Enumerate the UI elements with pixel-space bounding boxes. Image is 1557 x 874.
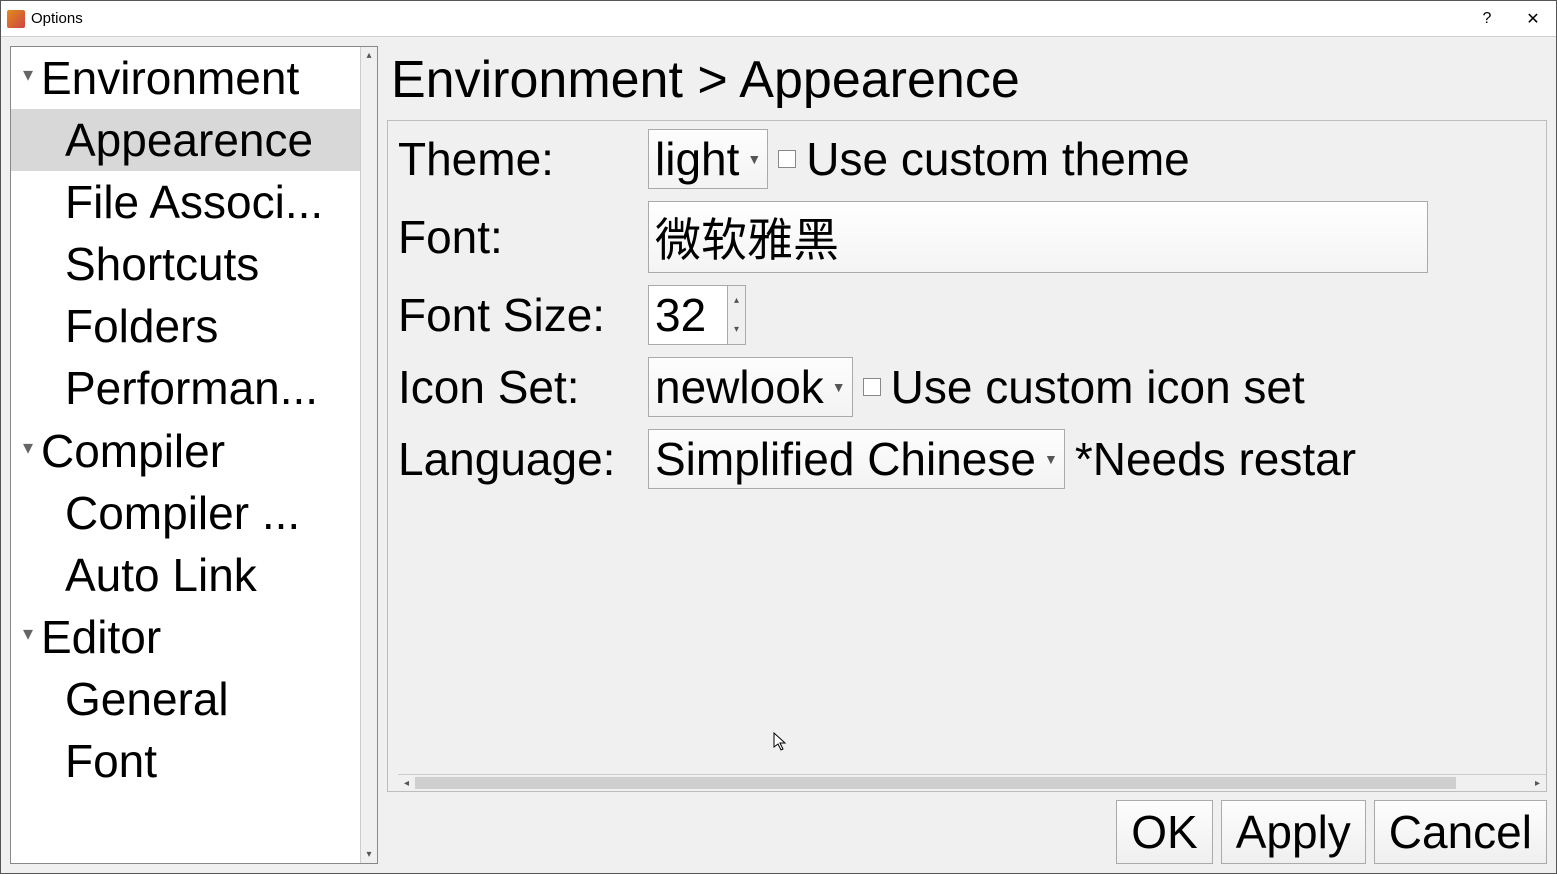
titlebar: Options ? ✕ bbox=[1, 1, 1556, 37]
app-icon bbox=[7, 10, 25, 28]
font-label: Font: bbox=[398, 210, 638, 264]
apply-button[interactable]: Apply bbox=[1221, 800, 1366, 864]
fontsize-spinner[interactable]: 32 ▴ ▾ bbox=[648, 285, 746, 345]
language-label: Language: bbox=[398, 432, 638, 486]
theme-label: Theme: bbox=[398, 132, 638, 186]
cancel-button[interactable]: Cancel bbox=[1374, 800, 1547, 864]
use-custom-iconset-label: Use custom icon set bbox=[891, 360, 1305, 414]
fontsize-value: 32 bbox=[655, 288, 706, 342]
settings-form: Theme: light ▼ Use custom theme Font: 微软… bbox=[398, 129, 1546, 768]
iconset-label: Icon Set: bbox=[398, 360, 638, 414]
options-window: Options ? ✕ Environment Appearence File … bbox=[0, 0, 1557, 874]
spin-up-icon[interactable]: ▴ bbox=[728, 286, 745, 315]
scrollbar-thumb[interactable] bbox=[415, 777, 1456, 789]
spin-down-icon[interactable]: ▾ bbox=[728, 315, 745, 344]
tree-general[interactable]: General bbox=[11, 668, 360, 730]
font-value: 微软雅黑 bbox=[655, 204, 839, 270]
panel-horizontal-scrollbar[interactable] bbox=[398, 774, 1546, 791]
tree-compiler-sets[interactable]: Compiler ... bbox=[11, 482, 360, 544]
tree-file-association[interactable]: File Associ... bbox=[11, 171, 360, 233]
window-title: Options bbox=[31, 10, 83, 27]
chevron-down-icon: ▼ bbox=[1044, 451, 1058, 467]
fontsize-label: Font Size: bbox=[398, 288, 638, 342]
theme-value: light bbox=[655, 132, 739, 186]
tree-shortcuts[interactable]: Shortcuts bbox=[11, 233, 360, 295]
tree-folders[interactable]: Folders bbox=[11, 295, 360, 357]
sidebar-tree: Environment Appearence File Associ... Sh… bbox=[11, 47, 360, 863]
breadcrumb: Environment > Appearence bbox=[387, 46, 1547, 120]
chevron-down-icon: ▼ bbox=[832, 379, 846, 395]
theme-combo[interactable]: light ▼ bbox=[648, 129, 768, 189]
sidebar-scrollbar[interactable] bbox=[360, 47, 377, 863]
ok-button[interactable]: OK bbox=[1116, 800, 1212, 864]
language-value: Simplified Chinese bbox=[655, 432, 1036, 486]
tree-environment[interactable]: Environment bbox=[11, 47, 360, 109]
settings-panel: Theme: light ▼ Use custom theme Font: 微软… bbox=[387, 120, 1547, 792]
iconset-value: newlook bbox=[655, 360, 824, 414]
tree-appearence[interactable]: Appearence bbox=[11, 109, 360, 171]
use-custom-iconset-checkbox[interactable] bbox=[863, 378, 881, 396]
iconset-combo[interactable]: newlook ▼ bbox=[648, 357, 853, 417]
language-restart-hint: *Needs restar bbox=[1075, 432, 1356, 486]
tree-editor[interactable]: Editor bbox=[11, 606, 360, 668]
tree-performance[interactable]: Performan... bbox=[11, 357, 360, 419]
dialog-body: Environment Appearence File Associ... Sh… bbox=[1, 37, 1556, 873]
font-combo[interactable]: 微软雅黑 bbox=[648, 201, 1428, 273]
sidebar: Environment Appearence File Associ... Sh… bbox=[10, 46, 378, 864]
main-panel: Environment > Appearence Theme: light ▼ … bbox=[387, 46, 1547, 864]
tree-compiler[interactable]: Compiler bbox=[11, 420, 360, 482]
close-button[interactable]: ✕ bbox=[1510, 1, 1556, 37]
chevron-down-icon: ▼ bbox=[747, 151, 761, 167]
help-button[interactable]: ? bbox=[1464, 1, 1510, 37]
dialog-buttons: OK Apply Cancel bbox=[387, 800, 1547, 864]
language-combo[interactable]: Simplified Chinese ▼ bbox=[648, 429, 1065, 489]
use-custom-theme-checkbox[interactable] bbox=[778, 150, 796, 168]
tree-auto-link[interactable]: Auto Link bbox=[11, 544, 360, 606]
use-custom-theme-label: Use custom theme bbox=[806, 132, 1189, 186]
tree-font[interactable]: Font bbox=[11, 730, 360, 792]
